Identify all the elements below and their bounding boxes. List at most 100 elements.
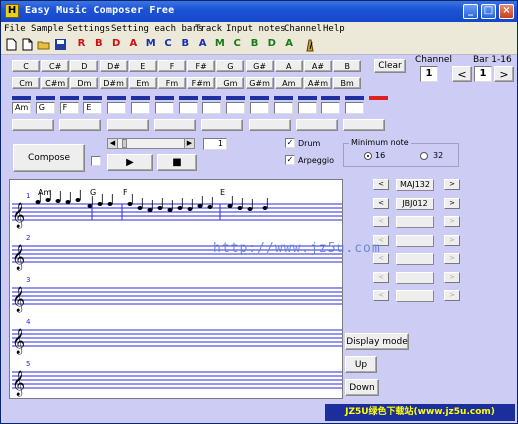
note-button-4[interactable]: E (128, 60, 157, 72)
menu-help[interactable]: Help (323, 24, 345, 34)
chord-button-7[interactable]: Gm (216, 77, 245, 89)
bar-chord-slot-4[interactable] (107, 102, 127, 114)
minimize-button[interactable]: _ (463, 4, 478, 19)
tool-letter-b[interactable]: B (91, 38, 106, 53)
score-staff-area[interactable]: 𝄞 𝄞 𝄞 𝄞 𝄞 1 2 3 4 5 Am G F E (9, 179, 343, 399)
chord-button-11[interactable]: Bm (333, 77, 362, 89)
track-prev-button-2[interactable]: < (373, 216, 389, 227)
note-button-10[interactable]: A# (304, 60, 332, 72)
compose-checkbox[interactable] (91, 156, 101, 166)
chord-button-4[interactable]: Em (128, 77, 157, 89)
track-next-button-6[interactable]: > (444, 290, 460, 301)
track-next-button-1[interactable]: > (444, 197, 460, 209)
track-next-button-0[interactable]: > (444, 179, 460, 190)
bar-chord-slot-11[interactable] (273, 102, 293, 114)
chord-button-9[interactable]: Am (274, 77, 303, 89)
bar-chord-slot-3[interactable]: E (83, 102, 103, 114)
track-name-0[interactable]: MAJ132 (396, 179, 434, 191)
up-button[interactable]: Up (345, 356, 377, 373)
new-document-icon[interactable] (19, 38, 34, 53)
bar-chord-slot-5[interactable] (131, 102, 150, 114)
bar-next-button[interactable]: > (494, 66, 514, 82)
track-name-2[interactable] (396, 216, 434, 228)
down-button[interactable]: Down (345, 379, 379, 396)
close-button[interactable]: × (499, 4, 514, 19)
bar-chord-slot-8[interactable] (202, 102, 222, 114)
note-button-0[interactable]: C (12, 60, 40, 72)
track-prev-button-0[interactable]: < (373, 179, 389, 190)
stop-button[interactable]: ■ (157, 154, 197, 171)
bar-chord-slot-2[interactable]: F (59, 102, 79, 114)
bar-chord-slot-13[interactable] (321, 102, 341, 114)
tool-letter-b[interactable]: B (178, 38, 193, 53)
tool-letter-d[interactable]: D (264, 38, 279, 53)
metronome-icon[interactable] (302, 38, 317, 53)
bar-chord-slot-1[interactable]: G (35, 102, 55, 114)
track-prev-button-6[interactable]: < (373, 290, 389, 301)
play-button[interactable]: ▶ (107, 154, 153, 171)
chord-button-10[interactable]: A#m (304, 77, 332, 89)
chord-button-5[interactable]: Fm (158, 77, 186, 89)
track-name-6[interactable] (396, 290, 434, 302)
note-button-8[interactable]: G# (245, 60, 274, 72)
radio-32[interactable] (420, 152, 428, 160)
track-name-3[interactable] (396, 234, 434, 247)
track-name-1[interactable]: JBJ012 (396, 197, 434, 210)
bar-option-button-5[interactable] (248, 119, 291, 131)
bar-chord-slot-0[interactable]: Am (12, 102, 31, 114)
chord-button-1[interactable]: C#m (41, 77, 70, 89)
bar-value[interactable]: 1 (474, 66, 492, 82)
menu-setting-each-bars[interactable]: Setting each bars (111, 24, 203, 34)
clear-button[interactable]: Clear (374, 59, 406, 73)
note-button-1[interactable]: C# (41, 60, 70, 72)
menu-file[interactable]: File (4, 24, 26, 34)
bar-chord-slot-14[interactable] (345, 102, 365, 114)
chord-button-0[interactable]: Cm (12, 77, 40, 89)
maximize-button[interactable]: □ (481, 4, 496, 19)
menu-sample[interactable]: Sample (31, 24, 64, 34)
tempo-value[interactable]: 1 (203, 138, 227, 150)
track-name-4[interactable] (396, 253, 434, 265)
tool-letter-b[interactable]: B (247, 38, 262, 53)
menu-input-notes[interactable]: Input notes (226, 24, 286, 34)
scroll-right-icon[interactable]: ▶ (184, 139, 194, 148)
track-next-button-5[interactable]: > (444, 271, 460, 283)
bar-option-button-7[interactable] (343, 119, 386, 131)
tool-letter-d[interactable]: D (109, 38, 124, 53)
bar-option-button-2[interactable] (106, 119, 149, 131)
tool-letter-a[interactable]: A (126, 38, 141, 53)
track-name-5[interactable] (396, 271, 434, 284)
track-prev-button-1[interactable]: < (373, 197, 389, 209)
bar-chord-slot-6[interactable] (154, 102, 174, 114)
bar-option-button-1[interactable] (59, 119, 102, 131)
tool-letter-a[interactable]: A (282, 38, 297, 53)
note-button-11[interactable]: B (333, 60, 362, 72)
bar-chord-slot-7[interactable] (178, 102, 198, 114)
note-button-3[interactable]: D# (99, 60, 128, 72)
note-button-9[interactable]: A (274, 60, 303, 72)
menu-track[interactable]: Track (195, 24, 222, 34)
track-next-button-4[interactable]: > (444, 253, 460, 264)
tool-letter-c[interactable]: C (161, 38, 176, 53)
radio-16[interactable] (364, 152, 372, 160)
scroll-left-icon[interactable]: ◀ (108, 139, 118, 148)
scroll-thumb[interactable] (122, 139, 127, 148)
new-icon[interactable] (3, 38, 18, 53)
tool-letter-r[interactable]: R (74, 38, 89, 53)
tool-letter-m[interactable]: M (212, 38, 227, 53)
bar-chord-slot-12[interactable] (297, 102, 317, 114)
open-folder-icon[interactable] (36, 38, 51, 53)
bar-chord-slot-10[interactable] (250, 102, 269, 114)
bar-option-button-4[interactable] (201, 119, 244, 131)
display-mode-button[interactable]: Display mode (345, 333, 409, 350)
arpeggio-checkbox[interactable]: ✓ (285, 155, 295, 165)
compose-button[interactable]: Compose (13, 144, 85, 172)
channel-value[interactable]: 1 (420, 66, 438, 82)
tool-letter-m[interactable]: M (143, 38, 158, 53)
tool-letter-c[interactable]: C (230, 38, 245, 53)
bar-prev-button[interactable]: < (452, 66, 472, 82)
note-button-7[interactable]: G (216, 60, 245, 72)
chord-button-2[interactable]: Dm (70, 77, 99, 89)
chord-button-3[interactable]: D#m (99, 77, 128, 89)
track-prev-button-5[interactable]: < (373, 271, 389, 283)
